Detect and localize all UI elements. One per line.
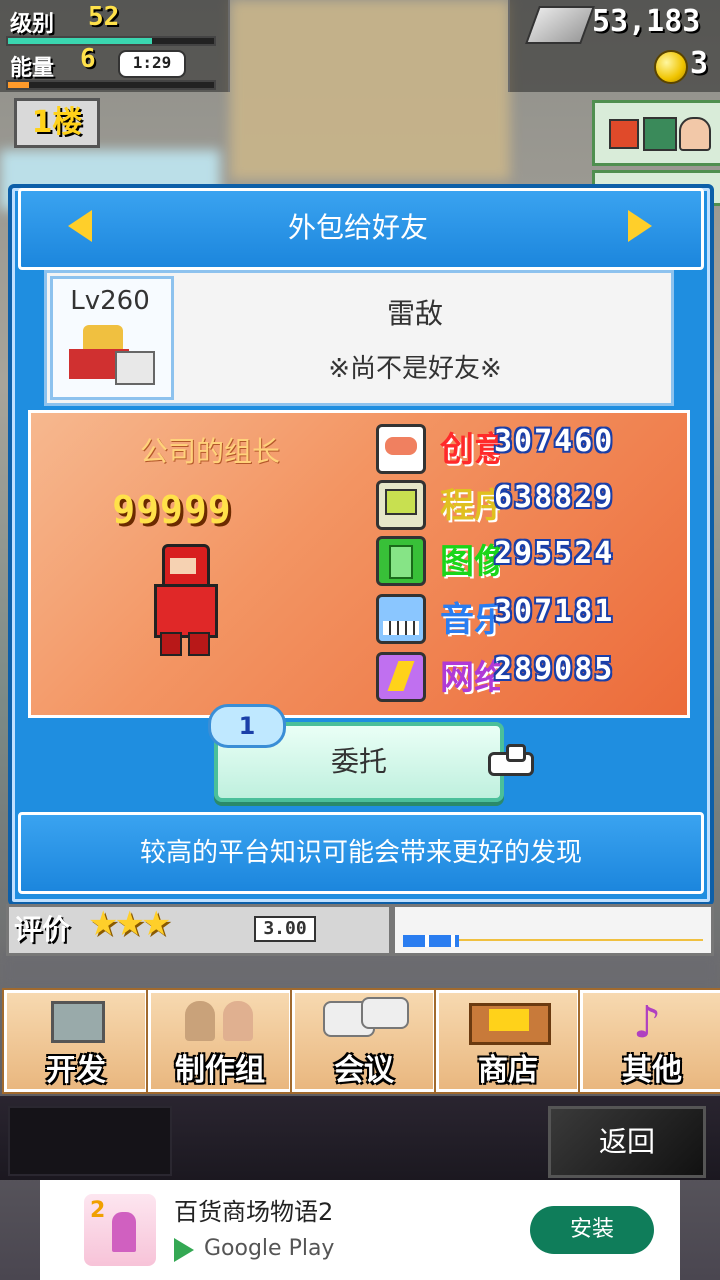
delegate-count-badge: 1 [208,704,286,748]
energy-bar [6,80,216,90]
energy-label: 能量 [10,56,55,81]
stat-value-graphics: 295524 [494,536,615,571]
money-value: 53,183 [592,4,701,39]
friend-level: Lv260 [70,286,150,316]
nav-develop-button[interactable]: 开发 [4,990,148,1092]
nav-develop-label: 开发 [46,1053,106,1088]
lightning-network-icon [376,652,426,702]
coin-icon [654,50,688,84]
floor-indicator[interactable]: 1楼 [14,98,100,148]
ad-store-name: Google Play [204,1236,335,1261]
monitor-icon [51,1001,105,1043]
stat-label-music: 音乐 [440,600,500,640]
board-icon [643,117,677,151]
energy-value: 6 [80,44,96,74]
pointing-hand-icon [488,744,534,776]
leader-total-value: 99999 [112,488,232,532]
next-arrow-icon[interactable] [628,210,652,242]
stat-value-programming: 638829 [494,480,615,515]
piano-music-icon [376,594,426,644]
side-panel-events[interactable] [592,100,720,166]
speech-bubble-icon [376,424,426,474]
install-button[interactable]: 安装 [530,1206,654,1254]
exp-bar [6,36,216,46]
rating-label: 评价 [14,913,71,946]
timeline-progress [392,904,714,956]
stat-label-network: 网络 [440,658,500,698]
nav-other-label: 其他 [622,1053,682,1088]
background-scene [230,0,510,180]
dialog-title: 外包给好友 [287,211,428,244]
rating-value: 3.00 [254,916,316,942]
person-icon [679,117,711,151]
prev-arrow-icon[interactable] [68,210,92,242]
nav-team-button[interactable]: 制作组 [148,990,292,1092]
rating-stars: ★★★ [88,904,171,944]
stat-label-programming: 程序 [440,486,500,526]
level-value: 52 [88,2,120,32]
ninja-character [146,544,220,656]
computer-icon [376,480,426,530]
nav-meeting-label: 会议 [334,1053,394,1088]
nav-team-label: 制作组 [175,1053,265,1088]
level-label: 级别 [10,12,55,37]
nav-other-button[interactable]: ♪ 其他 [580,990,720,1092]
ad-title[interactable]: 百货商场物语2 [174,1192,333,1227]
back-button[interactable]: 返回 [548,1106,706,1178]
nav-shop-button[interactable]: 商店 [436,990,580,1092]
stat-value-creativity: 307460 [494,424,615,459]
music-note-icon: ♪ [633,997,662,1048]
company-leader-label: 公司的组长 [139,435,280,468]
ad-app-icon[interactable]: 2 [84,1194,156,1266]
hero-mount-icon [115,351,155,385]
empty-slot [8,1106,172,1176]
nav-meeting-button[interactable]: 会议 [292,990,436,1092]
stat-label-graphics: 图像 [440,542,500,582]
team-icon [185,1001,215,1041]
coin-value: 3 [690,46,709,81]
background-floor [0,950,720,990]
stat-label-creativity: 创意 [440,430,500,470]
stat-value-music: 307181 [494,594,615,629]
nav-shop-label: 商店 [478,1053,538,1088]
friend-status: ※尚不是好友※ [328,354,502,384]
tip-message: 较高的平台知识可能会带来更好的发现 [18,812,704,894]
stat-value-network: 289085 [494,652,615,687]
friend-name: 雷敌 [386,297,443,330]
google-play-icon [174,1238,194,1262]
box-icon [609,119,639,149]
graphics-book-icon [376,536,426,586]
energy-timer: 1:29 [118,50,186,78]
